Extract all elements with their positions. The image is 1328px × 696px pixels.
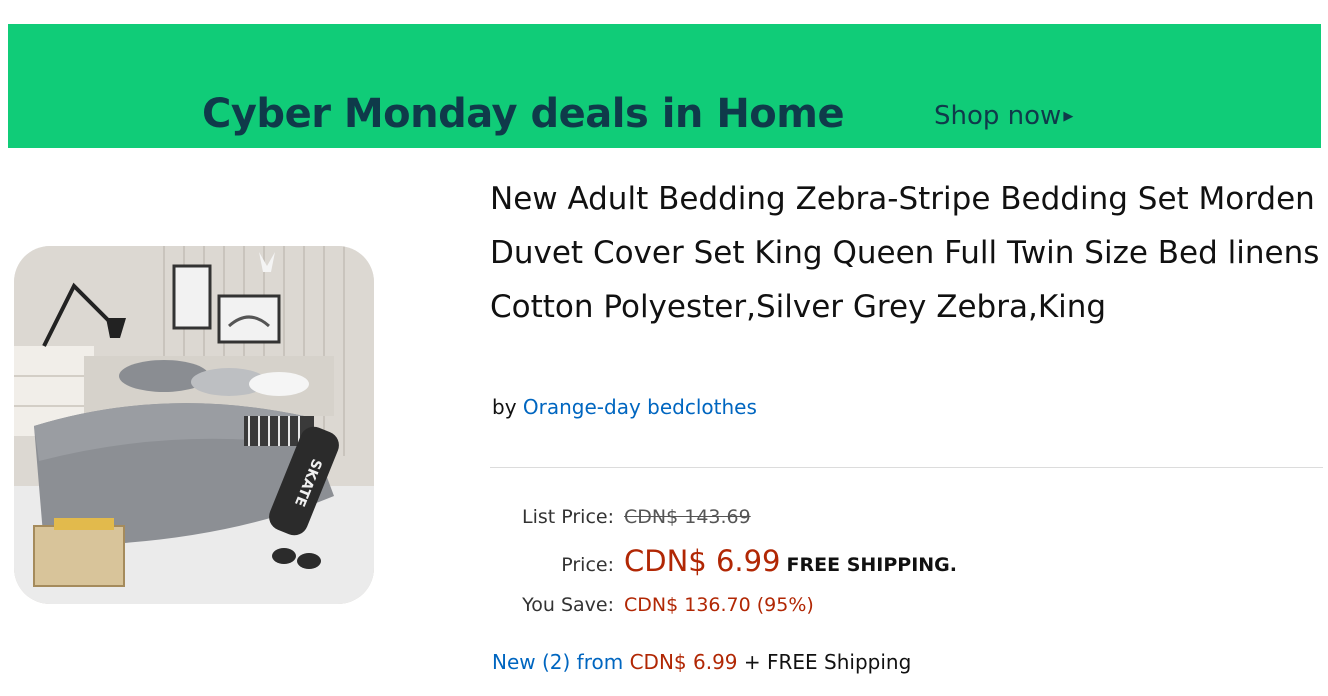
- list-price-row: List Price: CDN$ 143.69: [492, 506, 751, 528]
- you-save-label: You Save:: [522, 594, 614, 616]
- you-save-row: You Save: CDN$ 136.70 (95%): [492, 594, 814, 616]
- product-title[interactable]: New Adult Bedding Zebra-Stripe Bedding S…: [490, 172, 1320, 334]
- offers-price: CDN$ 6.99: [629, 650, 738, 674]
- brand-link[interactable]: Orange-day bedclothes: [523, 395, 757, 419]
- shop-now-label: Shop now: [934, 101, 1062, 131]
- list-price-label: List Price:: [521, 506, 614, 528]
- banner-title: Cyber Monday deals in Home: [202, 91, 845, 137]
- offers-shipping: + FREE Shipping: [743, 650, 912, 674]
- price-value: CDN$ 6.99: [624, 544, 781, 578]
- free-shipping-label: FREE SHIPPING.: [786, 554, 957, 576]
- triangle-right-icon: ▶: [1063, 109, 1074, 124]
- product-image[interactable]: SKATE: [14, 246, 374, 604]
- promo-banner[interactable]: Cyber Monday deals in Home Shop now ▶: [8, 24, 1321, 148]
- price-row: Price: CDN$ 6.99 FREE SHIPPING.: [492, 544, 957, 578]
- byline: by Orange-day bedclothes: [492, 393, 757, 421]
- new-offers-link[interactable]: New (2) from: [492, 650, 623, 674]
- shop-now-link[interactable]: Shop now ▶: [934, 100, 1073, 133]
- list-price-value: CDN$ 143.69: [624, 506, 751, 528]
- you-save-value: CDN$ 136.70 (95%): [624, 594, 814, 616]
- product-ad-page: Cyber Monday deals in Home Shop now ▶ SK…: [0, 0, 1328, 696]
- divider: [490, 467, 1323, 468]
- price-label: Price:: [561, 554, 614, 576]
- by-prefix: by: [492, 395, 517, 419]
- offers-row: New (2) from CDN$ 6.99 + FREE Shipping: [492, 650, 911, 674]
